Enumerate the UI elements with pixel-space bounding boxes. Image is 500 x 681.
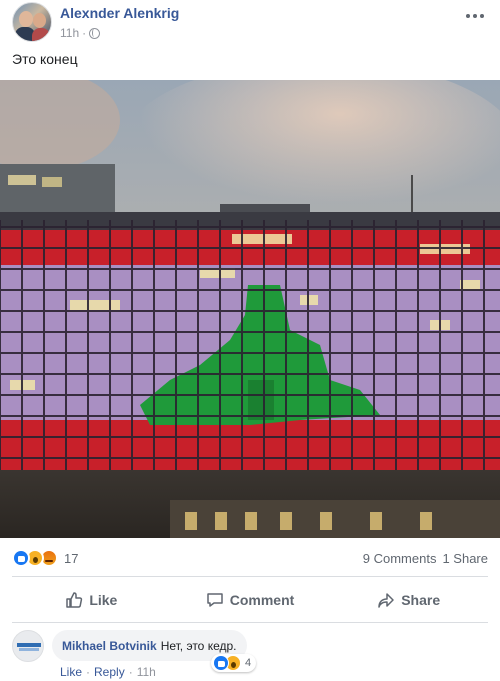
post-timestamp[interactable]: 11h [60, 26, 79, 40]
reaction-count[interactable]: 17 [64, 551, 78, 566]
share-label: Share [401, 592, 441, 608]
meta-separator: · [82, 26, 87, 40]
shares-count[interactable]: 1 Share [442, 551, 488, 566]
comment-button[interactable]: Comment [171, 584, 330, 616]
comments-count[interactable]: 9 Comments [363, 551, 437, 566]
post-author-name[interactable]: Alexnder Alenkrig [60, 5, 179, 21]
post-actions: Like Comment Share [12, 584, 488, 616]
comment-timestamp[interactable]: 11h [137, 665, 156, 679]
post-stats: 9 Comments 1 Share [363, 551, 488, 566]
like-icon [213, 655, 229, 671]
divider [12, 576, 488, 577]
building-flag-image [0, 80, 500, 538]
like-label: Like [89, 592, 118, 608]
post-photo[interactable] [0, 80, 500, 538]
globe-icon[interactable] [89, 27, 101, 39]
reactions-summary[interactable]: 17 [12, 548, 78, 568]
comment-icon [206, 593, 223, 607]
like-icon [12, 549, 30, 567]
comment-like-link[interactable]: Like [60, 665, 82, 679]
comment-actions: Like · Reply · 11h [60, 665, 156, 679]
link-separator: · [86, 665, 91, 679]
thumbs-up-icon [66, 592, 83, 608]
divider [12, 622, 488, 623]
more-options-icon[interactable] [462, 8, 488, 24]
share-arrow-icon [378, 593, 394, 608]
post-meta: 11h · [60, 26, 101, 40]
like-button[interactable]: Like [12, 584, 171, 616]
commenter-name[interactable]: Mikhael Botvinik [62, 639, 157, 653]
share-button[interactable]: Share [329, 584, 488, 616]
comment-item: Mikhael Botvinik Нет, это кедр. 4 Like ·… [12, 630, 488, 680]
comment-text: Нет, это кедр. [160, 638, 237, 653]
comment-label: Comment [229, 592, 295, 608]
post-text: Это конец [12, 51, 78, 67]
author-avatar[interactable] [12, 2, 52, 42]
post-header: Alexnder Alenkrig 11h · [12, 2, 488, 46]
comment-reactions[interactable]: 4 [211, 654, 257, 672]
comment-reaction-count: 4 [245, 657, 252, 669]
comment-reply-link[interactable]: Reply [94, 665, 125, 679]
link-separator: · [128, 665, 133, 679]
commenter-avatar[interactable] [12, 630, 44, 662]
